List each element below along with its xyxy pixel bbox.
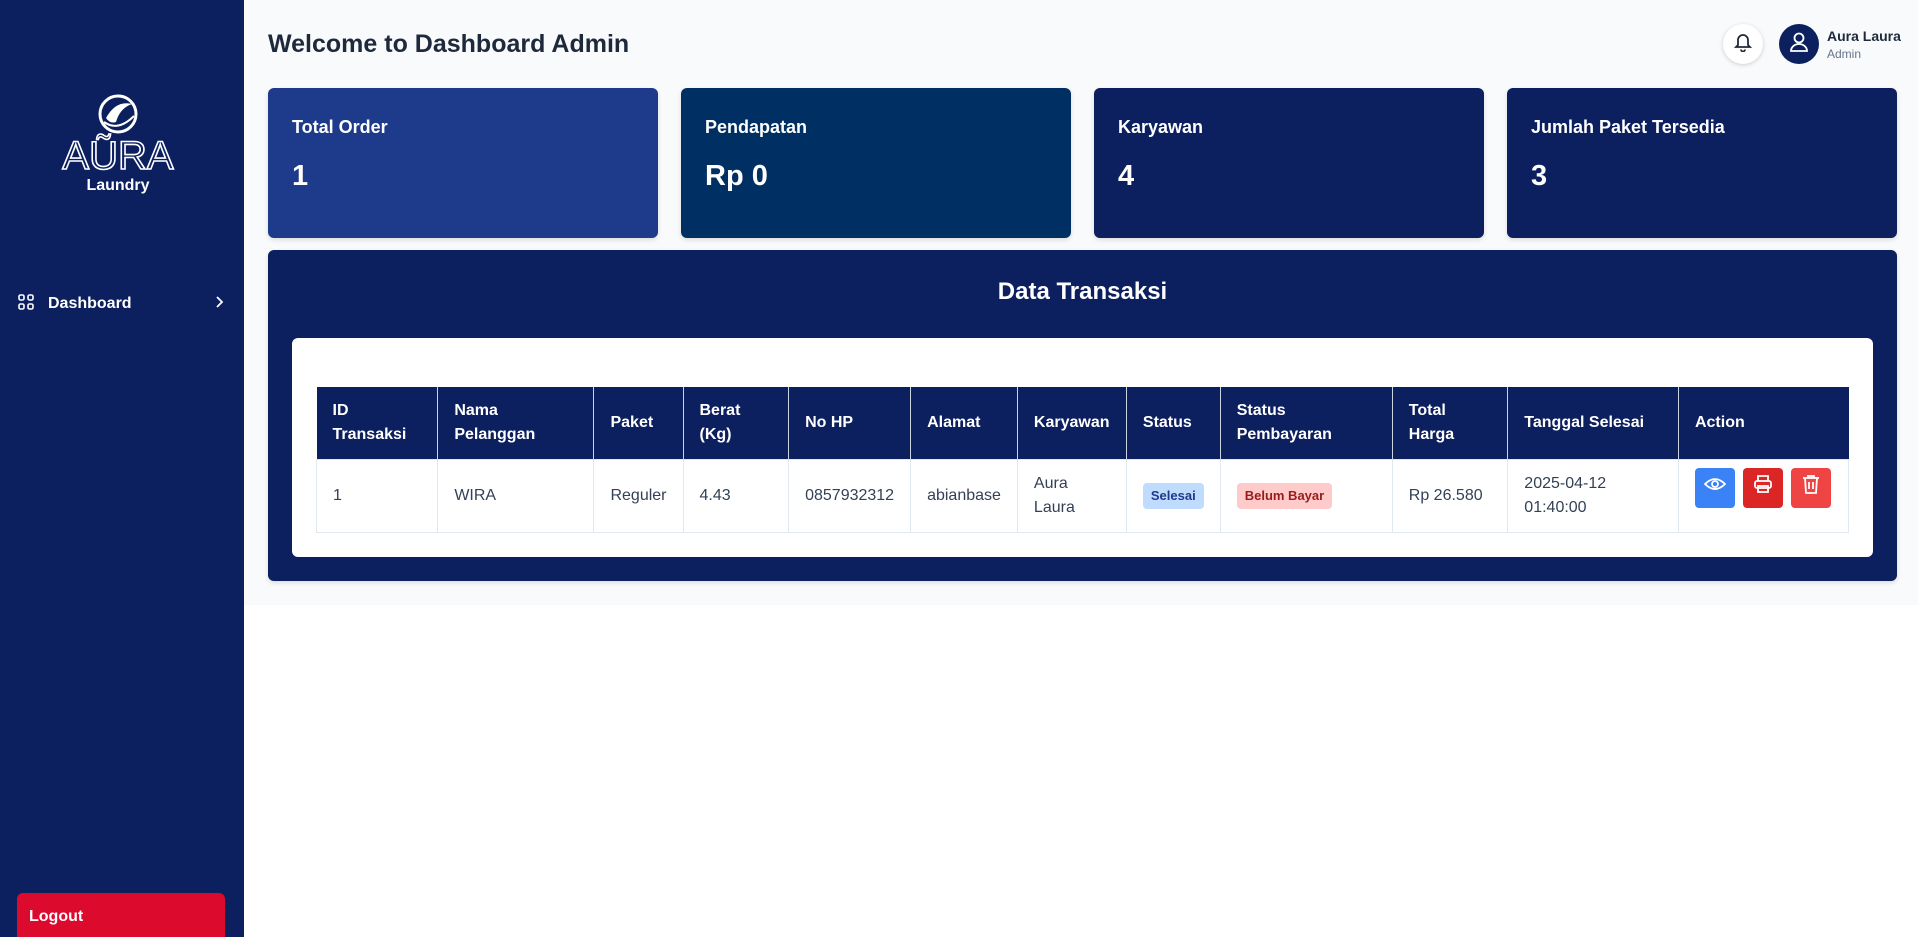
view-button[interactable]: [1694, 467, 1735, 508]
table-header-row: ID Transaksi Nama Pelanggan Paket Berat …: [316, 387, 1849, 459]
user-icon: [1789, 31, 1809, 58]
logout-button[interactable]: Logout: [17, 893, 225, 937]
eye-icon: [1703, 476, 1727, 500]
stat-card-label: Total Order: [292, 117, 388, 137]
cell-berat: 4.43: [682, 458, 790, 533]
stat-card-label: Karyawan: [1118, 117, 1204, 137]
cell-alamat: abianbase: [910, 458, 1018, 533]
cell-hp: 0857932312: [788, 458, 912, 533]
cell-nama: WIRA: [437, 458, 595, 533]
transactions-table: ID Transaksi Nama Pelanggan Paket Berat …: [315, 387, 1850, 533]
column-header: Action: [1678, 387, 1849, 459]
user-role: Admin: [1827, 47, 1862, 61]
column-header: Status Pembayaran: [1220, 387, 1393, 459]
column-header: Total Harga: [1392, 387, 1509, 459]
svg-text:AŨRA: AŨRA: [62, 133, 173, 178]
user-avatar[interactable]: [1779, 24, 1819, 64]
stat-card-karyawan: Karyawan 4: [1094, 88, 1484, 238]
bell-icon: [1733, 32, 1753, 57]
cell-pembayaran: Belum Bayar: [1219, 458, 1393, 533]
column-header: Alamat: [910, 387, 1018, 459]
sidebar-item-dashboard[interactable]: Dashboard: [18, 290, 224, 318]
column-header: Berat (Kg): [683, 387, 790, 459]
column-header: No HP: [788, 387, 912, 459]
print-button[interactable]: [1742, 467, 1783, 508]
column-header: Tanggal Selesai: [1507, 387, 1679, 459]
panel-title: Data Transaksi: [997, 278, 1168, 305]
stat-card-value: 4: [1118, 160, 1135, 192]
sidebar: AŨRA Laundry Dashboard Logout: [0, 0, 244, 937]
cell-status: Selesai: [1125, 458, 1221, 533]
svg-text:Laundry: Laundry: [86, 177, 149, 194]
payment-status-badge: Belum Bayar: [1236, 482, 1333, 509]
sidebar-item-label: Dashboard: [48, 295, 132, 312]
stat-card-total-order: Total Order 1: [268, 88, 658, 238]
status-badge: Selesai: [1142, 482, 1204, 509]
stat-card-value: 1: [292, 160, 309, 192]
trash-icon: [1802, 474, 1820, 502]
stat-card-value: Rp 0: [705, 160, 768, 192]
cell-karyawan: Aura Laura: [1016, 458, 1127, 533]
table-row: 1 WIRA Reguler 4.43 0857932312 abianbase…: [315, 458, 1850, 533]
stat-card-label: Pendapatan: [705, 117, 808, 137]
column-header: Karyawan: [1017, 387, 1127, 459]
user-name: Aura Laura: [1827, 28, 1901, 44]
page-title: Welcome to Dashboard Admin: [268, 30, 630, 58]
table-container: ID Transaksi Nama Pelanggan Paket Berat …: [292, 338, 1873, 557]
stat-card-value: 3: [1531, 160, 1548, 192]
cell-total: Rp 26.580: [1391, 458, 1509, 533]
cell-paket: Reguler: [593, 458, 684, 533]
cell-id: 1: [315, 458, 439, 533]
cell-action: [1677, 458, 1850, 533]
stat-card-pendapatan: Pendapatan Rp 0: [681, 88, 1071, 238]
column-header: Status: [1126, 387, 1221, 459]
printer-icon: [1753, 474, 1773, 502]
aura-laundry-logo: AŨRA Laundry: [50, 92, 186, 196]
column-header: Nama Pelanggan: [437, 387, 595, 459]
stat-card-jumlah-paket: Jumlah Paket Tersedia 3: [1507, 88, 1897, 238]
delete-button[interactable]: [1790, 467, 1831, 508]
column-header: ID Transaksi: [316, 387, 439, 459]
chevron-right-icon: [214, 295, 224, 314]
column-header: Paket: [593, 387, 684, 459]
notification-button[interactable]: [1723, 24, 1763, 64]
cell-tanggal: 2025-04-12 01:40:00: [1507, 458, 1679, 533]
stat-card-label: Jumlah Paket Tersedia: [1531, 117, 1725, 137]
grid-icon: [18, 293, 34, 315]
transactions-panel: Data Transaksi ID Transaksi Nama Pelangg…: [268, 250, 1897, 581]
